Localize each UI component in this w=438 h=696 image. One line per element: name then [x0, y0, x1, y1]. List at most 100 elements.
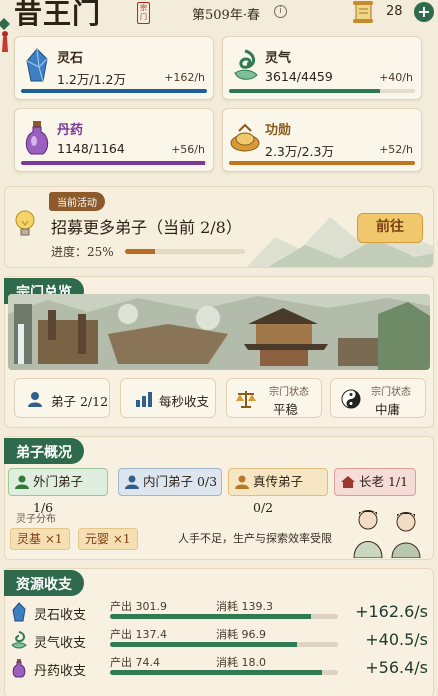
shortage-note: 人手不足，生产与探索效率受限	[178, 532, 332, 545]
income-produce: 产出 74.4	[110, 656, 160, 669]
activity-title: 招募更多弟子（当前 2/8）	[51, 218, 242, 237]
scales-icon	[236, 391, 256, 408]
activity-tag: 当前活动	[49, 192, 105, 211]
person-icon	[15, 475, 29, 489]
outer-disciples-chip[interactable]: 外门弟子 1/6	[8, 468, 108, 515]
resource-bar-fill	[229, 89, 380, 93]
realm-distribution-label: 灵子分布	[16, 514, 56, 525]
income-bar	[110, 614, 338, 619]
sect-scene-illustration	[8, 294, 430, 370]
income-bar	[110, 642, 338, 647]
resource-bar	[229, 89, 415, 93]
activity-progress-bar	[125, 249, 245, 254]
sect-scene-image[interactable]	[8, 294, 430, 370]
income-per-second-button[interactable]: 每秒收支	[120, 378, 216, 418]
resource-bar-fill	[21, 89, 207, 93]
income-produce: 产出 137.4	[110, 628, 167, 641]
resource-rate: +52/h	[379, 143, 413, 156]
elixir-icon	[12, 659, 26, 678]
resource-rate: +56/h	[171, 143, 205, 156]
chip-label: 长老 1/1	[359, 474, 409, 489]
resource-value: 1148/1164	[57, 141, 125, 156]
resource-bar-fill	[21, 161, 206, 165]
income-bar	[110, 670, 338, 675]
resource-card-spirit-stone[interactable]: 灵石 1.2万/1.2万 +162/h	[14, 36, 214, 100]
go-button[interactable]: 前往	[357, 213, 423, 243]
add-button[interactable]: +	[414, 2, 434, 22]
activity-progress-fill	[125, 249, 155, 254]
resource-value: 1.2万/1.2万	[57, 72, 126, 87]
top-bar: 昔王门 宗门 第509年·春 i 28 +	[0, 0, 438, 52]
sect-status-balance-button[interactable]: 宗门状态 中庸	[330, 378, 426, 418]
spirit-stone-icon	[26, 48, 48, 82]
sect-seal: 宗门	[137, 2, 150, 24]
bar-chart-icon	[136, 392, 152, 407]
resource-bar	[21, 161, 207, 165]
resource-bar	[21, 89, 207, 93]
spirit-stone-icon	[12, 602, 26, 622]
resource-name: 丹药	[57, 123, 84, 138]
resource-value: 3614/4459	[265, 69, 333, 84]
true-disciples-chip[interactable]: 真传弟子 0/2	[228, 468, 328, 515]
income-consume: 消耗 96.9	[216, 628, 266, 641]
income-total: +56.4/s	[365, 658, 428, 677]
resource-card-spirit-qi[interactable]: 灵气 3614/4459 +40/h	[222, 36, 422, 100]
income-row-name: 灵气收支	[34, 636, 87, 651]
info-icon[interactable]: i	[274, 5, 287, 18]
person-icon	[28, 392, 42, 407]
scroll-count: 28	[386, 4, 403, 19]
disciples-button-label: 弟子 2/12	[51, 394, 109, 409]
sect-status-caption: 宗门状态	[269, 387, 309, 398]
resource-name: 灵气	[265, 51, 292, 66]
inner-disciples-chip[interactable]: 内门弟子 0/3	[118, 468, 222, 496]
sect-status-stability-button[interactable]: 宗门状态 平稳	[226, 378, 322, 418]
resource-card-merit[interactable]: 功勋 2.3万/2.3万 +52/h	[222, 108, 422, 172]
merit-icon	[230, 123, 260, 152]
disciples-illustration	[353, 510, 421, 558]
income-row-spirit-qi[interactable]: 灵气收支 产出 137.4 消耗 96.9 +40.5/s	[8, 628, 434, 654]
elder-chip[interactable]: 长老 1/1	[334, 468, 416, 496]
sect-status-value: 平稳	[273, 402, 299, 417]
resource-bar	[229, 161, 415, 165]
income-total: +40.5/s	[365, 630, 428, 649]
elder-icon	[341, 476, 355, 488]
income-total: +162.6/s	[355, 602, 428, 621]
activity-progress-label: 进度：25%	[51, 245, 114, 259]
lightbulb-icon	[15, 210, 35, 236]
resource-card-elixir[interactable]: 丹药 1148/1164 +56/h	[14, 108, 214, 172]
income-consume: 消耗 139.3	[216, 600, 273, 613]
resource-name: 灵石	[57, 51, 84, 66]
spirit-qi-icon	[234, 49, 258, 80]
elixir-icon	[25, 121, 49, 155]
income-row-elixir[interactable]: 丹药收支 产出 74.4 消耗 18.0 +56.4/s	[8, 656, 434, 682]
resource-rate: +40/h	[379, 71, 413, 84]
sect-name: 昔王门	[14, 0, 102, 30]
era-label: 第509年·春	[192, 8, 260, 23]
income-row-name: 丹药收支	[34, 664, 87, 679]
disciples-title: 弟子概况	[4, 438, 84, 464]
spirit-qi-icon	[11, 631, 27, 649]
resource-name: 功勋	[265, 123, 292, 138]
income-bar-fill	[110, 642, 297, 647]
current-activity-card: 当前活动 招募更多弟子（当前 2/8） 进度：25% 前往	[4, 186, 434, 268]
income-bar-fill	[110, 614, 311, 619]
resource-rate: +162/h	[164, 71, 205, 84]
yin-yang-icon	[341, 389, 361, 409]
resource-bar-fill	[229, 161, 415, 165]
income-per-second-label: 每秒收支	[159, 394, 210, 409]
realm-tag: 灵基 ×1	[10, 528, 70, 550]
income-consume: 消耗 18.0	[216, 656, 266, 669]
scroll-icon[interactable]	[350, 0, 376, 24]
income-row-name: 灵石收支	[34, 608, 87, 623]
income-title: 资源收支	[4, 570, 84, 596]
sect-status-value: 中庸	[375, 402, 401, 417]
realm-tag: 元婴 ×1	[78, 528, 138, 550]
person-icon	[235, 475, 249, 489]
person-icon	[125, 475, 139, 489]
income-row-spirit-stone[interactable]: 灵石收支 产出 301.9 消耗 139.3 +162.6/s	[8, 600, 434, 626]
chip-label: 内门弟子 0/3	[143, 474, 218, 489]
income-bar-fill	[110, 670, 323, 675]
disciples-button[interactable]: 弟子 2/12	[14, 378, 110, 418]
income-produce: 产出 301.9	[110, 600, 167, 613]
resource-value: 2.3万/2.3万	[265, 144, 334, 159]
